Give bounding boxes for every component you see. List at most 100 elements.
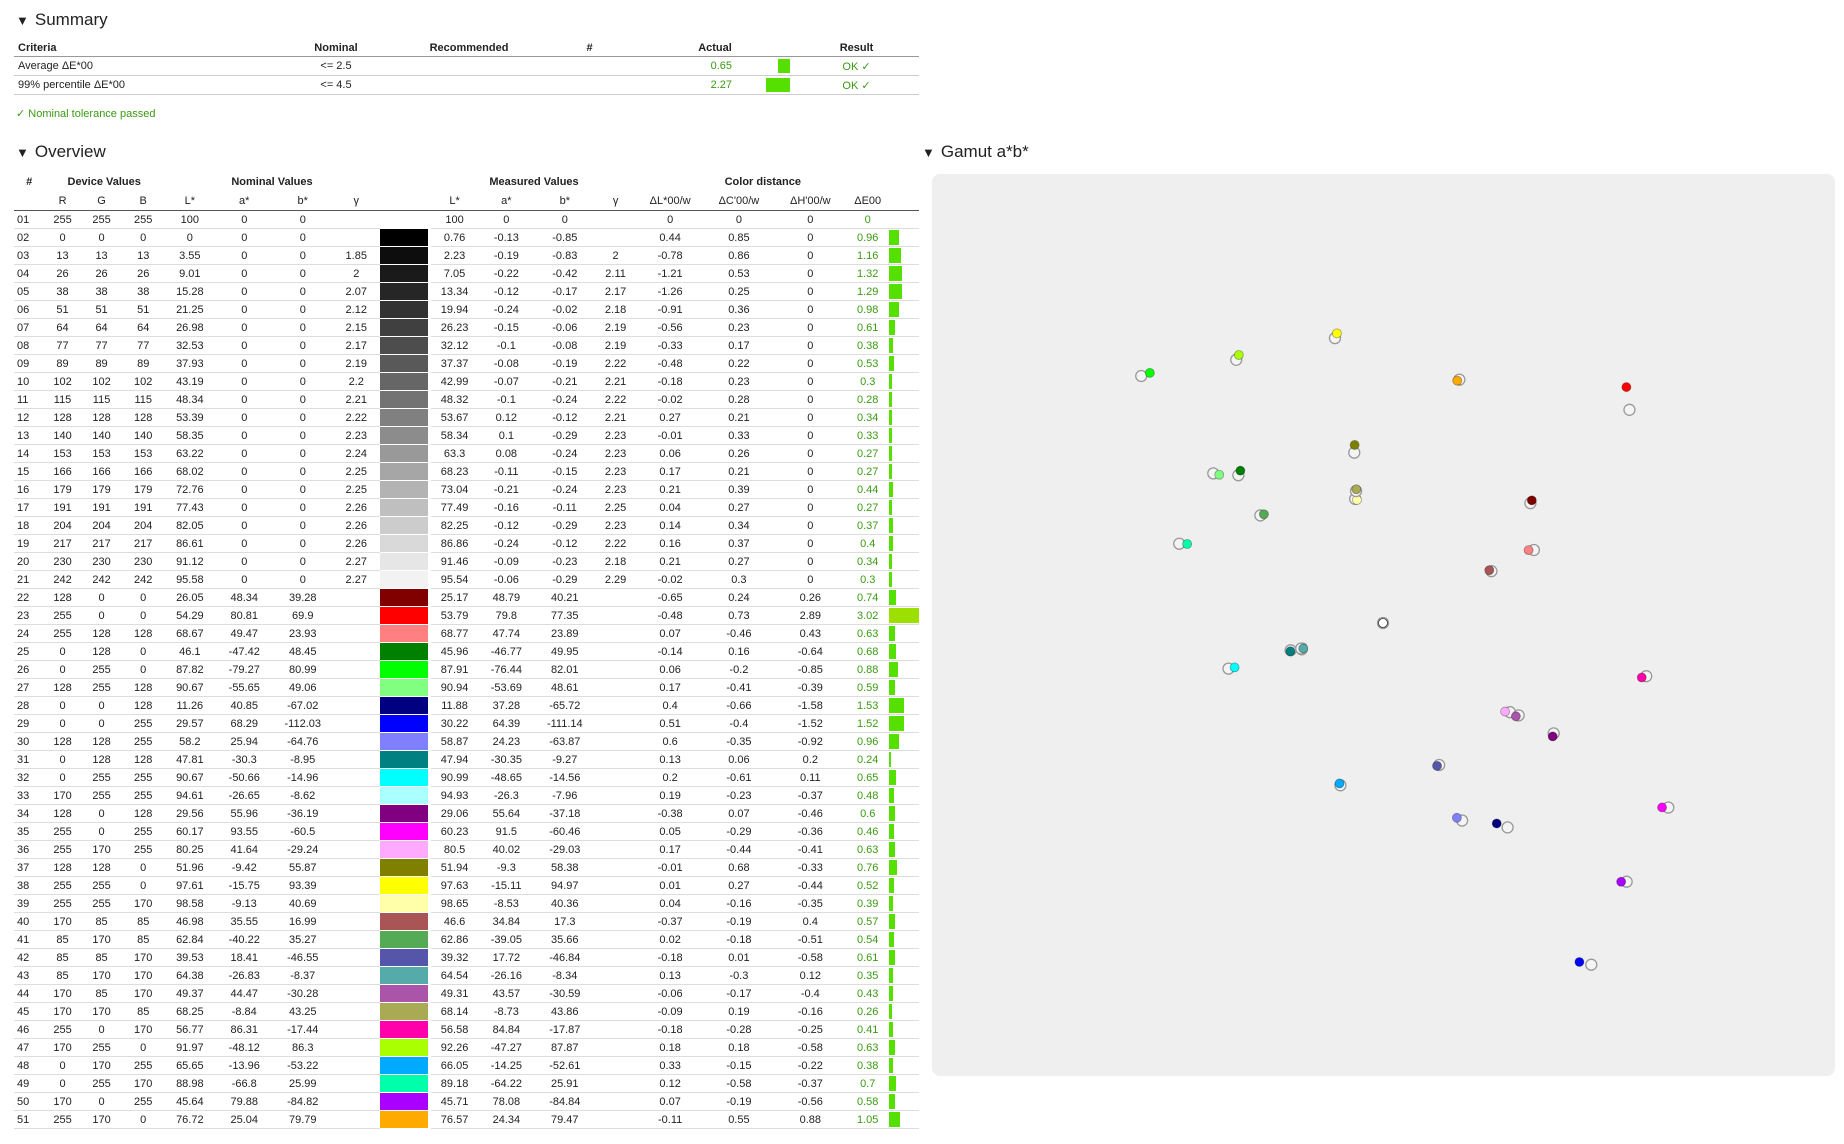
cell-ma: 55.64 (477, 804, 535, 823)
cell-dh: -1.52 (774, 714, 847, 733)
cell-dc: 0.36 (703, 300, 775, 319)
de-bar-cell (889, 858, 919, 877)
cell-na: 0 (215, 552, 273, 571)
cell-dl: -0.14 (636, 642, 704, 661)
cell-dl: 0.21 (636, 552, 704, 571)
cell-nl: 68.25 (164, 1002, 216, 1021)
de-bar-cell (889, 714, 919, 733)
cell-g: 0 (80, 588, 123, 607)
overview-row: 38 255 255 0 97.61 -15.75 93.39 97.63 -15.11 94.9… (14, 876, 919, 895)
cell-r: 255 (44, 876, 81, 895)
cell-mb: -111.14 (535, 714, 595, 733)
cell-dc: 0.25 (703, 282, 775, 301)
cell-de: 0.39 (846, 894, 889, 913)
measured-point (1523, 545, 1534, 556)
overview-row: 03 13 13 13 3.55 0 0 1.85 2.23 -0.19 -0.83 2 -0.78 0.… (14, 246, 919, 265)
cell-mg (594, 930, 637, 949)
overview-row: 16 179 179 179 72.76 0 0 2.25 73.04 -0.21 -0.24 2.2… (14, 480, 919, 499)
cell-b: 179 (122, 480, 165, 499)
de-bar (889, 1112, 900, 1127)
cell-g: 85 (80, 984, 123, 1003)
summary-heading[interactable]: ▼ Summary (16, 10, 108, 30)
cell-r: 242 (44, 570, 81, 589)
de-bar-cell (889, 624, 919, 643)
cell-dh: -0.56 (774, 1092, 847, 1111)
cell-dc: -0.3 (703, 966, 775, 985)
color-swatch (379, 1039, 432, 1057)
cell-id: 33 (14, 786, 45, 805)
overview-row: 23 255 0 0 54.29 80.81 69.9 53.79 79.8 77.35 -0.48… (14, 606, 919, 625)
cell-id: 47 (14, 1038, 45, 1057)
cell-g: 102 (80, 372, 123, 391)
cell-dl: 0.14 (636, 516, 704, 535)
cell-dl: -0.06 (636, 984, 704, 1003)
cell-dc: 0.34 (703, 516, 775, 535)
cell-nb: -60.5 (272, 822, 333, 841)
cell-dh: 0 (774, 516, 847, 535)
cell-de: 0.27 (846, 498, 889, 517)
cell-nb: -64.76 (272, 732, 333, 751)
cell-nl: 9.01 (164, 264, 216, 283)
cell-dc: 0.85 (703, 228, 775, 247)
cell-ng: 2.12 (332, 300, 380, 319)
gamut-heading[interactable]: ▼ Gamut a*b* (922, 142, 1029, 162)
sub-de: ΔE00 (846, 191, 889, 211)
cell-id: 23 (14, 606, 45, 625)
cell-ml: 68.77 (431, 624, 478, 643)
overview-row: 41 85 170 85 62.84 -40.22 35.27 62.86 -39.05 35.6… (14, 930, 919, 949)
overview-heading[interactable]: ▼ Overview (16, 142, 106, 162)
cell-nb: 0 (272, 354, 333, 373)
cell-mg: 2.23 (594, 426, 637, 445)
cell-na: -9.42 (215, 858, 273, 877)
cell-mg (594, 210, 637, 229)
cell-dh: 0 (774, 480, 847, 499)
de-bar-cell (889, 210, 919, 229)
cell-ml: 53.67 (431, 408, 478, 427)
cell-g: 0 (80, 1020, 123, 1039)
cell-b: 128 (122, 804, 165, 823)
cell-de: 0.96 (846, 228, 889, 247)
cell-ma: -0.19 (477, 246, 535, 265)
cell-nb: 69.9 (272, 606, 333, 625)
cell-ml: 49.31 (431, 984, 478, 1003)
overview-row: 50 170 0 255 45.64 79.88 -84.82 45.71 78.08 -84.8… (14, 1092, 919, 1111)
cell-mg: 2.22 (594, 354, 637, 373)
cell-ng (332, 1020, 380, 1039)
cell-nl: 58.35 (164, 426, 216, 445)
cell-ma: -0.15 (477, 318, 535, 337)
de-bar (889, 1004, 892, 1019)
cell-dh: 0 (774, 390, 847, 409)
cell-dh: -0.58 (774, 948, 847, 967)
cell-mg: 2.11 (594, 264, 637, 283)
cell-dh: 0.88 (774, 1110, 847, 1129)
overview-row: 30 128 128 255 58.2 25.94 -64.76 58.87 24.23 -63.… (14, 732, 919, 751)
cell-ml: 82.25 (431, 516, 478, 535)
cell-dc: 0.07 (703, 804, 775, 823)
cell-dc: -0.15 (703, 1056, 775, 1075)
cell-id: 37 (14, 858, 45, 877)
cell-dh: -0.33 (774, 858, 847, 877)
cell-ml: 46.6 (431, 912, 478, 931)
cell-na: 0 (215, 408, 273, 427)
cell-dh: 0 (774, 336, 847, 355)
cell-g: 26 (80, 264, 123, 283)
overview-row: 09 89 89 89 37.93 0 0 2.19 37.37 -0.08 -0.19 2.22 -0… (14, 354, 919, 373)
cell-nb: -17.44 (272, 1020, 333, 1039)
cell-mg (594, 1110, 637, 1129)
cell-mg (594, 786, 637, 805)
cell-mb: -0.85 (535, 228, 595, 247)
cell-mb: -7.96 (535, 786, 595, 805)
cell-b: 0 (122, 1110, 165, 1129)
cell-mb: -0.83 (535, 246, 595, 265)
cell-dl: 0.18 (636, 1038, 704, 1057)
cell-ma: 43.57 (477, 984, 535, 1003)
measured-point (1258, 509, 1269, 520)
cell-dl: 0.01 (636, 876, 704, 895)
cell-id: 11 (14, 390, 45, 409)
cell-na: 35.55 (215, 912, 273, 931)
cell-nb: -30.28 (272, 984, 333, 1003)
col-recommended: Recommended (395, 40, 543, 57)
overview-row: 51 255 170 0 76.72 25.04 79.79 76.57 24.34 79.47 -… (14, 1110, 919, 1129)
cell-nb: 43.25 (272, 1002, 333, 1021)
cell-de: 0 (846, 210, 889, 229)
